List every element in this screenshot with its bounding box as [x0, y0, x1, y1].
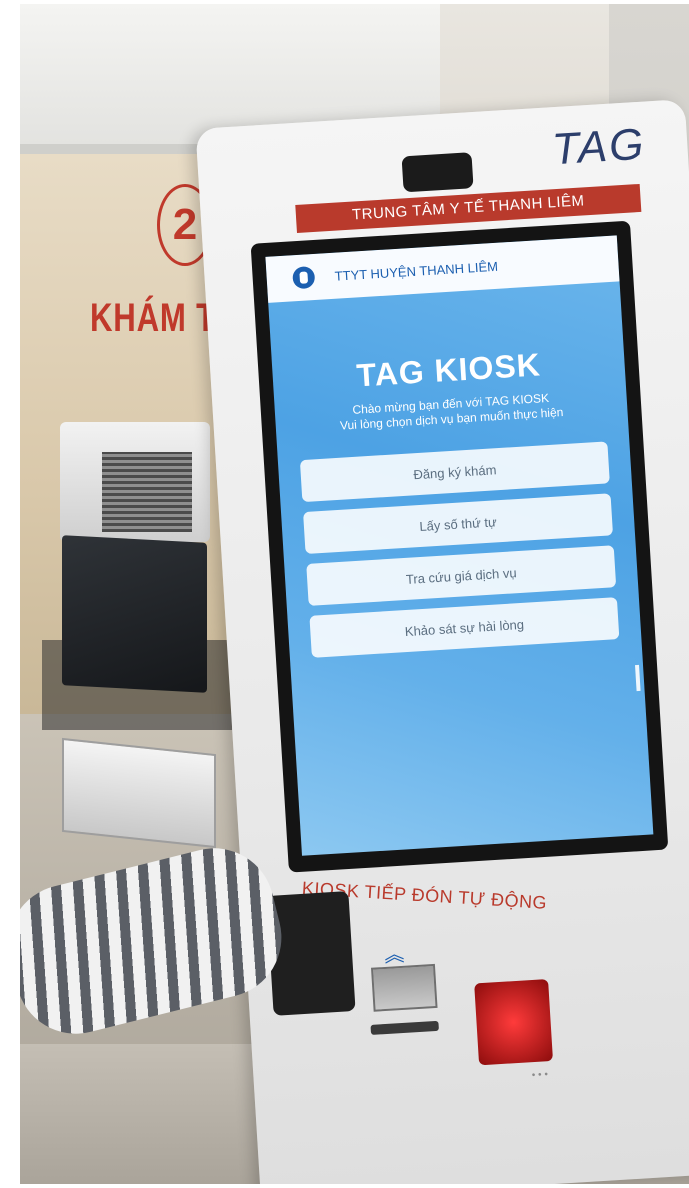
chevron-up-icon: ︽	[383, 943, 405, 967]
register-exam-button[interactable]: Đăng ký khám	[299, 441, 610, 503]
card-reader[interactable]	[266, 891, 356, 1016]
document-tray	[62, 737, 216, 849]
satisfaction-survey-button[interactable]: Khảo sát sự hài lòng	[309, 597, 620, 658]
service-menu: Đăng ký khám Lấy số thứ tự Tra cứu giá d…	[299, 441, 620, 658]
service-price-lookup-button[interactable]: Tra cứu giá dịch vụ	[306, 545, 617, 606]
welcome-section: TAG KIOSK Chào mừng bạn đến với TAG KIOS…	[272, 341, 628, 437]
kiosk-screen: TTYT HUYỆN THANH LIÊM TAG KIOSK Chào mừn…	[265, 235, 654, 856]
indicator-dots: • • •	[531, 1069, 549, 1082]
kiosk-brand-logo: TAG	[550, 119, 647, 175]
camera-icon	[401, 152, 474, 193]
qr-scanner[interactable]	[474, 979, 554, 1066]
desktop-monitor	[62, 535, 207, 693]
get-queue-number-button[interactable]: Lấy số thứ tự	[303, 493, 614, 555]
kiosk-body: TAG TRUNG TÂM Y TẾ THANH LIÊM TTYT HUYỆN…	[195, 99, 689, 1184]
screen-header: TTYT HUYỆN THANH LIÊM	[265, 235, 620, 303]
ticket-printer-slot	[370, 1020, 439, 1035]
medical-logo-icon	[292, 265, 316, 290]
screen-header-title: TTYT HUYỆN THANH LIÊM	[334, 258, 499, 284]
photo-scene: 2 KHÁM THƯ TAG TRUNG TÂM Y TẾ THANH LIÊM…	[20, 4, 689, 1184]
id-card-slot[interactable]	[370, 963, 438, 1012]
air-cooler	[60, 422, 210, 542]
side-swipe-handle[interactable]	[635, 664, 641, 692]
screen-bezel: TTYT HUYỆN THANH LIÊM TAG KIOSK Chào mừn…	[250, 220, 669, 873]
